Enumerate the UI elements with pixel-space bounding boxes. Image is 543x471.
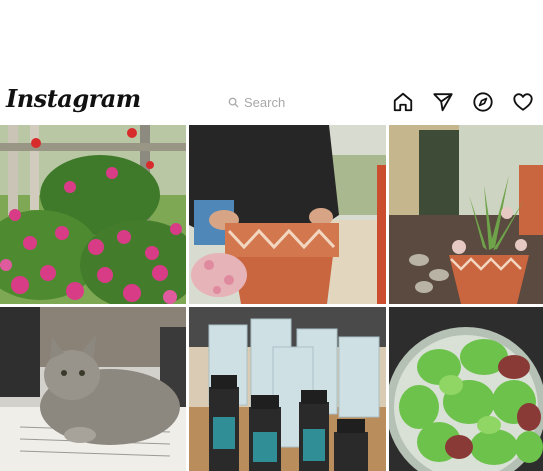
post-tile-pot[interactable] [189, 125, 386, 304]
post-tile-skincare[interactable] [189, 307, 386, 471]
post-tile-succulent[interactable] [389, 125, 543, 304]
search-field[interactable]: Search [228, 91, 338, 113]
nav-icons [383, 89, 543, 115]
petunias-photo [0, 125, 186, 304]
instagram-logo[interactable]: Instagram [6, 84, 141, 113]
heart-icon [513, 93, 533, 111]
explore-button[interactable] [463, 89, 503, 115]
home-button[interactable] [383, 89, 423, 115]
pot-photo [189, 125, 386, 304]
lettuce-photo [389, 307, 543, 471]
skincare-photo [189, 307, 386, 471]
direct-messages-button[interactable] [423, 89, 463, 115]
post-tile-cat[interactable] [0, 307, 186, 471]
explore-icon [473, 92, 493, 112]
cat-photo [0, 307, 186, 471]
direct-icon [433, 93, 453, 112]
top-navigation-bar: Instagram Search [0, 80, 543, 124]
home-icon [393, 92, 413, 112]
post-tile-lettuce[interactable] [389, 307, 543, 471]
activity-button[interactable] [503, 89, 543, 115]
post-tile-petunias[interactable] [0, 125, 186, 304]
search-placeholder: Search [244, 94, 286, 110]
search-icon [228, 97, 239, 108]
succulent-photo [389, 125, 543, 304]
